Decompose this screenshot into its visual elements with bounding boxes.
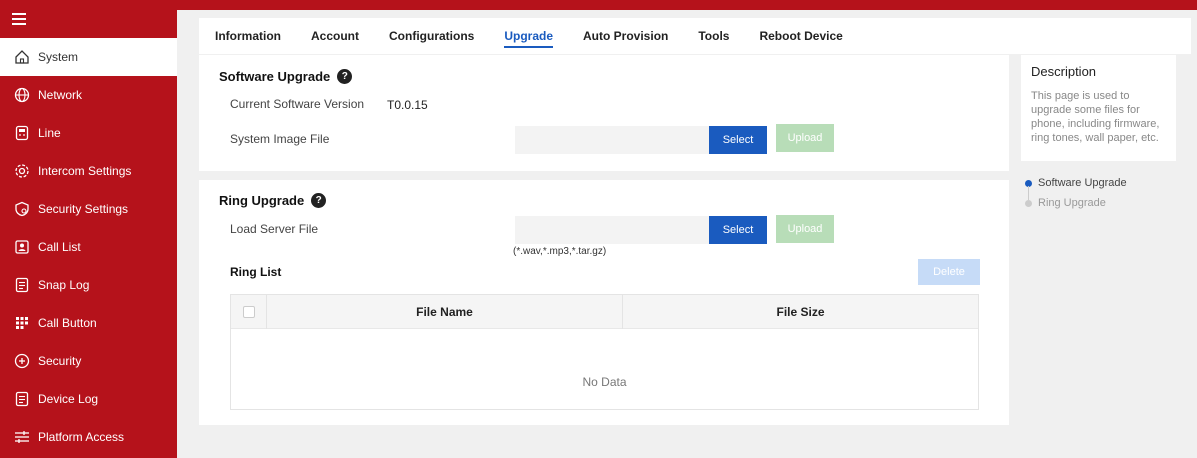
ring-list-label: Ring List — [230, 265, 282, 279]
delete-button[interactable]: Delete — [918, 259, 980, 285]
file-type-hint: (*.wav,*.mp3,*.tar.gz) — [513, 246, 607, 257]
sidebar-item-intercom-settings[interactable]: Intercom Settings — [0, 152, 177, 190]
software-select-button[interactable]: Select — [709, 126, 767, 154]
main-content: Information Account Configurations Upgra… — [177, 10, 1197, 458]
section-anchor-nav: Software Upgrade Ring Upgrade — [1025, 173, 1127, 213]
sidebar-item-label: Call List — [38, 240, 81, 254]
select-all-checkbox[interactable] — [242, 305, 255, 318]
description-text: This page is used to upgrade some files … — [1031, 90, 1160, 144]
select-all-cell — [231, 294, 267, 329]
software-upgrade-card: Software Upgrade ? Current Software Vers… — [199, 55, 1009, 171]
column-header-file-name: File Name — [267, 294, 623, 329]
sidebar-item-label: Security Settings — [38, 202, 129, 216]
sidebar-item-label: System — [38, 50, 79, 64]
contact-card-icon — [14, 239, 30, 255]
home-icon — [14, 49, 30, 65]
sliders-icon — [14, 429, 30, 445]
current-version-label: Current Software Version — [230, 97, 365, 111]
system-image-file-input[interactable] — [515, 126, 709, 154]
sidebar-item-device-log[interactable]: Device Log — [0, 380, 177, 418]
sidebar-item-label: Device Log — [38, 392, 99, 406]
help-icon[interactable]: ? — [337, 69, 353, 84]
description-panel: Description This page is used to upgrade… — [1021, 55, 1176, 161]
anchor-ring-upgrade[interactable]: Ring Upgrade — [1025, 193, 1127, 213]
sidebar-item-network[interactable]: Network — [0, 76, 177, 114]
empty-state-text: No Data — [582, 375, 627, 389]
anchor-software-upgrade[interactable]: Software Upgrade — [1025, 173, 1127, 193]
ring-select-button[interactable]: Select — [709, 216, 767, 244]
globe-icon — [14, 87, 30, 103]
table-header: File Name File Size — [231, 294, 978, 329]
tab-reboot-device[interactable]: Reboot Device — [759, 18, 842, 54]
menu-toggle-button[interactable] — [0, 0, 177, 38]
sidebar-item-label: Snap Log — [38, 278, 90, 292]
help-icon[interactable]: ? — [311, 193, 327, 208]
ring-upload-button[interactable]: Upload — [776, 215, 834, 243]
system-image-file-label: System Image File — [230, 132, 330, 146]
shield-plus-icon — [14, 353, 30, 369]
anchor-dot-icon — [1025, 199, 1032, 207]
top-header-bar — [177, 0, 1197, 10]
description-title: Description — [1031, 64, 1097, 79]
ring-upgrade-title: Ring Upgrade ? — [219, 193, 327, 208]
tab-information[interactable]: Information — [215, 18, 281, 54]
ring-list-table: File Name File Size No Data — [230, 294, 979, 410]
tab-tools[interactable]: Tools — [698, 18, 729, 54]
sidebar-item-label: Platform Access — [38, 430, 125, 444]
menu-icon — [12, 13, 26, 25]
document-icon — [14, 277, 30, 293]
anchor-line — [1028, 186, 1029, 200]
sidebar-item-label: Line — [38, 126, 61, 140]
sidebar-item-call-list[interactable]: Call List — [0, 228, 177, 266]
load-server-file-label: Load Server File — [230, 222, 319, 236]
sidebar-item-label: Security — [38, 354, 82, 368]
ring-file-input[interactable] — [515, 216, 709, 244]
tab-account[interactable]: Account — [311, 18, 359, 54]
sidebar-item-security[interactable]: Security — [0, 342, 177, 380]
sidebar-item-line[interactable]: Line — [0, 114, 177, 152]
software-upgrade-title: Software Upgrade ? — [219, 69, 353, 84]
sidebar-item-label: Network — [38, 88, 83, 102]
tab-upgrade[interactable]: Upgrade — [504, 18, 553, 54]
sidebar-item-label: Intercom Settings — [38, 164, 132, 178]
ring-upgrade-card: Ring Upgrade ? Load Server File Select U… — [199, 180, 1009, 425]
sidebar: System Network Line Intercom Settings Se… — [0, 0, 177, 458]
tab-bar: Information Account Configurations Upgra… — [199, 18, 1191, 54]
sidebar-item-platform-access[interactable]: Platform Access — [0, 418, 177, 456]
keypad-icon — [14, 315, 30, 331]
sidebar-item-system[interactable]: System — [0, 38, 177, 76]
sidebar-item-snap-log[interactable]: Snap Log — [0, 266, 177, 304]
column-header-file-size: File Size — [776, 304, 825, 319]
shield-gear-icon — [14, 201, 30, 217]
log-icon — [14, 391, 30, 407]
sidebar-item-label: Call Button — [38, 316, 97, 330]
sidebar-item-security-settings[interactable]: Security Settings — [0, 190, 177, 228]
tab-configurations[interactable]: Configurations — [389, 18, 474, 54]
current-version-value: T0.0.15 — [387, 98, 428, 112]
gear-icon — [14, 163, 30, 179]
tab-auto-provision[interactable]: Auto Provision — [583, 18, 668, 54]
phone-icon — [14, 125, 30, 141]
sidebar-item-call-button[interactable]: Call Button — [0, 304, 177, 342]
software-upload-button[interactable]: Upload — [776, 124, 834, 152]
